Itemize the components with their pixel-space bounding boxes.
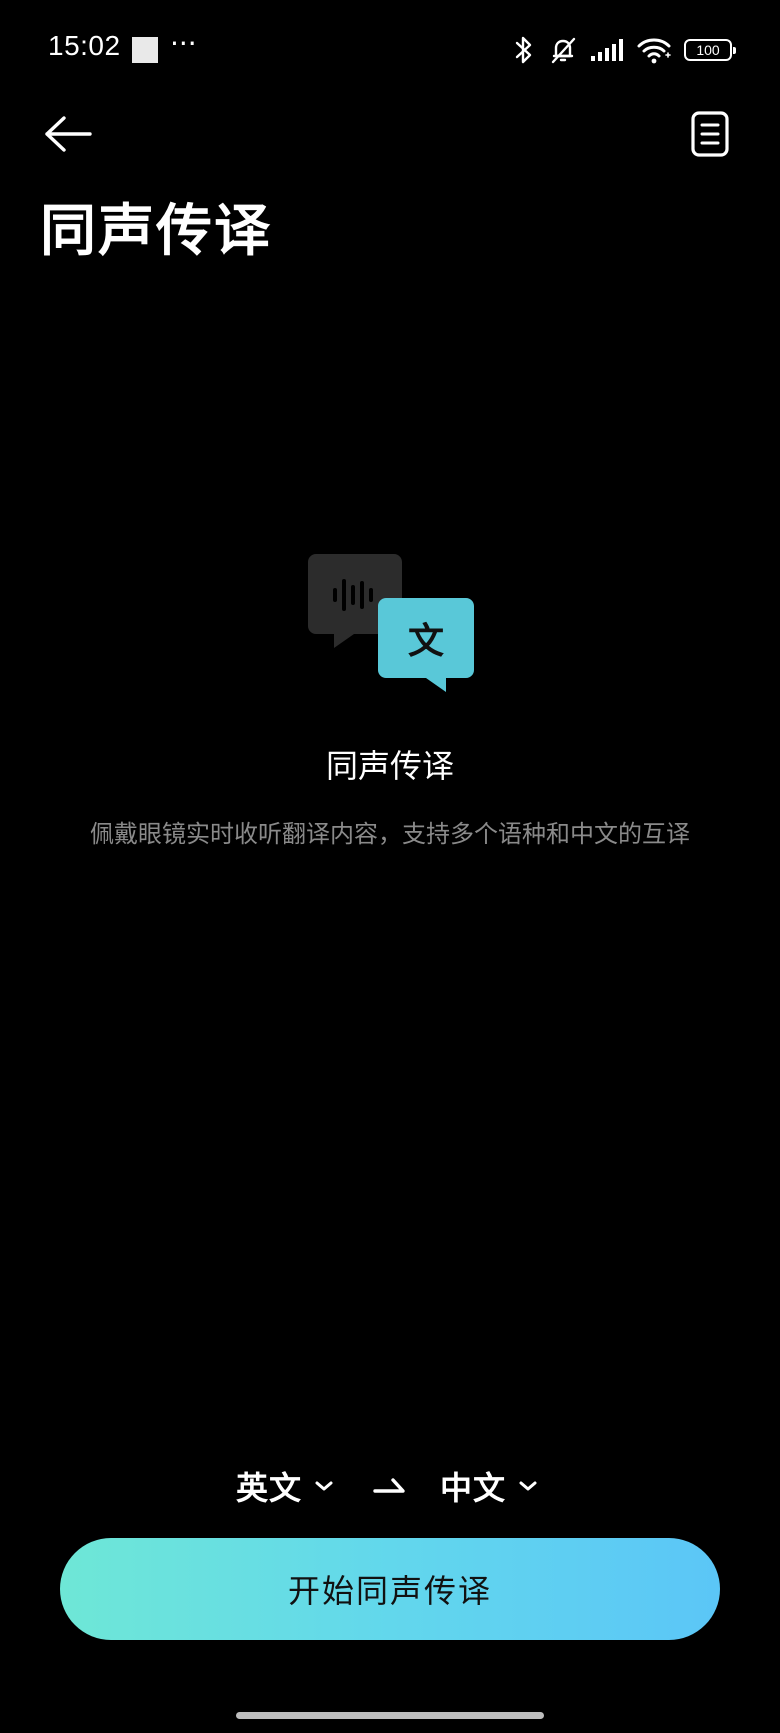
notification-square-icon: [132, 37, 158, 63]
bluetooth-icon: [515, 36, 532, 64]
language-selector: 英文 中文: [0, 1460, 780, 1512]
start-translation-button[interactable]: 开始同声传译: [60, 1538, 720, 1640]
signal-icon: [591, 39, 623, 61]
chevron-down-icon: [519, 1481, 537, 1491]
more-notifications-icon: ···: [170, 27, 197, 60]
target-language-dropdown[interactable]: 中文: [440, 1460, 538, 1512]
one-way-arrow-icon: [373, 1478, 405, 1493]
wifi-icon: [637, 38, 671, 64]
back-button[interactable]: [36, 106, 100, 162]
swap-languages-button[interactable]: [372, 1468, 408, 1504]
back-arrow-icon: [45, 116, 92, 152]
history-records-button[interactable]: [682, 104, 738, 164]
status-bar: 15:02 ··· 100: [0, 0, 780, 100]
battery-icon: 100: [684, 39, 736, 61]
empty-state-title: 同声传译: [325, 747, 454, 785]
target-language-label: 中文: [440, 1469, 507, 1507]
home-indicator[interactable]: [236, 1712, 544, 1719]
status-icons: 100: [512, 34, 736, 66]
start-translation-label: 开始同声传译: [287, 1572, 492, 1610]
translation-illustration: 文: [308, 552, 474, 692]
document-list-icon: [691, 111, 729, 157]
translate-glyph: 文: [407, 621, 444, 662]
silent-bell-icon: [551, 37, 576, 64]
status-time: 15:02: [48, 30, 121, 61]
chevron-down-icon: [315, 1481, 333, 1491]
page-title: 同声传译: [40, 199, 272, 264]
source-language-dropdown[interactable]: 英文: [236, 1460, 334, 1512]
empty-state-description: 佩戴眼镜实时收听翻译内容，支持多个语种和中文的互译: [90, 820, 690, 848]
battery-level: 100: [696, 42, 720, 58]
source-language-label: 英文: [236, 1469, 303, 1507]
